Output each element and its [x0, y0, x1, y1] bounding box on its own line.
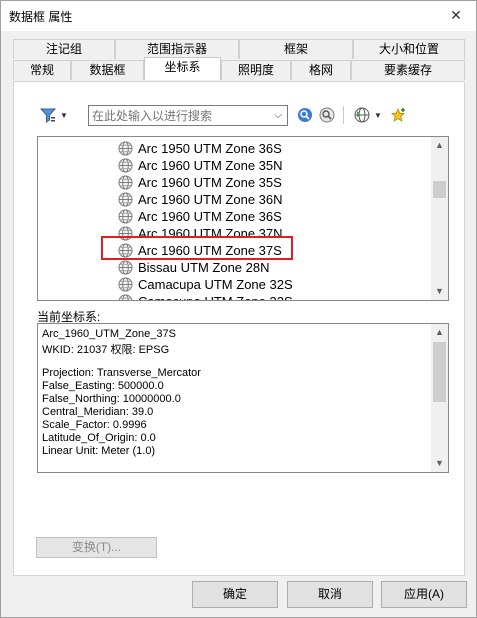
add-to-favorites-button[interactable] — [389, 105, 407, 125]
apply-button[interactable]: 应用(A) — [381, 581, 467, 608]
coordinate-system-menu-button[interactable]: ▼ — [350, 105, 386, 125]
list-item-label: Arc 1960 UTM Zone 36N — [138, 192, 283, 207]
list-item[interactable]: Camacupa UTM Zone 32S — [118, 276, 293, 293]
scroll-down-icon[interactable]: ▼ — [431, 283, 448, 300]
add-favorite-icon — [391, 107, 405, 122]
tab-feature-cache[interactable]: 要素缓存 — [351, 60, 465, 80]
list-item[interactable]: Arc 1960 UTM Zone 35S — [118, 174, 282, 191]
globe-dropdown-arrow-icon: ▼ — [374, 110, 382, 120]
details-scrollbar[interactable]: ▲ ▼ — [431, 324, 448, 472]
tab-grids[interactable]: 格网 — [291, 60, 351, 80]
list-item[interactable]: Arc 1960 UTM Zone 35N — [118, 157, 283, 174]
detail-line: False_Northing: 10000000.0 — [42, 393, 181, 405]
globe-icon — [118, 277, 133, 292]
detail-line: Central_Meridian: 39.0 — [42, 406, 154, 418]
toolbar: ▼ ⌵ — [23, 105, 443, 127]
list-item[interactable]: Arc 1960 UTM Zone 36S — [118, 208, 282, 225]
tab-frame[interactable]: 框架 — [239, 39, 353, 59]
scroll-up-icon[interactable]: ▲ — [431, 324, 448, 341]
detail-line: Scale_Factor: 0.9996 — [42, 419, 147, 431]
list-item[interactable]: Arc 1950 UTM Zone 36S — [118, 140, 282, 157]
tab-data-frame[interactable]: 数据框 — [71, 60, 144, 80]
filter-button[interactable]: ▼ — [37, 105, 71, 125]
scroll-up-icon[interactable]: ▲ — [431, 137, 448, 154]
list-item-label: Camacupa UTM Zone 32S — [138, 277, 293, 292]
list-item-label: Arc 1960 UTM Zone 35S — [138, 175, 282, 190]
search-icon — [298, 108, 312, 122]
globe-icon — [118, 209, 133, 224]
properties-dialog: 数据框 属性 ✕ 注记组 范围指示器 框架 大小和位置 常规 数据框 坐标系 照… — [0, 0, 477, 618]
filter-icon — [40, 108, 57, 123]
tab-size-position[interactable]: 大小和位置 — [353, 39, 465, 59]
list-item[interactable]: Arc 1960 UTM Zone 36N — [118, 191, 283, 208]
list-item[interactable]: Bissau UTM Zone 28N — [118, 259, 270, 276]
list-item-label: Arc 1960 UTM Zone 35N — [138, 158, 283, 173]
chevron-down-icon[interactable]: ⌵ — [270, 107, 286, 124]
tab-row-back: 注记组 范围指示器 框架 大小和位置 — [13, 39, 465, 59]
ok-button[interactable]: 确定 — [192, 581, 278, 608]
detail-line: Arc_1960_UTM_Zone_37S — [42, 328, 176, 340]
title-bar: 数据框 属性 ✕ — [1, 1, 476, 31]
scrollbar-thumb[interactable] — [433, 181, 446, 198]
search-combo[interactable]: ⌵ — [88, 105, 288, 126]
list-scrollbar[interactable]: ▲ ▼ — [431, 137, 448, 300]
window-title: 数据框 属性 — [9, 10, 73, 24]
transform-button[interactable]: 变换(T)... — [36, 537, 157, 558]
clear-search-button[interactable] — [318, 105, 336, 125]
globe-icon — [118, 294, 133, 300]
tab-row-front: 常规 数据框 坐标系 照明度 格网 要素缓存 — [13, 57, 465, 80]
search-button[interactable] — [296, 105, 314, 125]
globe-icon — [354, 107, 370, 123]
scroll-down-icon[interactable]: ▼ — [431, 455, 448, 472]
list-item[interactable]: Camacupa UTM Zone 33S — [118, 293, 293, 300]
detail-line: Projection: Transverse_Mercator — [42, 367, 201, 379]
toolbar-separator — [343, 106, 344, 124]
tab-general[interactable]: 常规 — [13, 60, 71, 80]
cancel-button[interactable]: 取消 — [287, 581, 373, 608]
tab-extent-indicators[interactable]: 范围指示器 — [115, 39, 239, 59]
tab-annotation-groups[interactable]: 注记组 — [13, 39, 115, 59]
tab-coordinate-system[interactable]: 坐标系 — [144, 57, 221, 80]
close-button[interactable]: ✕ — [444, 5, 468, 25]
globe-icon — [118, 141, 133, 156]
globe-icon — [118, 175, 133, 190]
globe-icon — [118, 158, 133, 173]
list-item-label: Camacupa UTM Zone 33S — [138, 294, 293, 300]
detail-line: WKID: 21037 权限: EPSG — [42, 344, 170, 356]
tab-illumination[interactable]: 照明度 — [221, 60, 291, 80]
detail-line: False_Easting: 500000.0 — [42, 380, 164, 392]
globe-icon — [118, 192, 133, 207]
list-item-label: Arc 1950 UTM Zone 36S — [138, 141, 282, 156]
clear-search-icon — [319, 107, 335, 123]
filter-dropdown-arrow-icon: ▼ — [60, 110, 68, 120]
list-item-label: Arc 1960 UTM Zone 36S — [138, 209, 282, 224]
search-input[interactable] — [89, 106, 269, 125]
current-cs-details: Arc_1960_UTM_Zone_37S WKID: 21037 权限: EPS… — [37, 323, 449, 473]
list-item-label: Bissau UTM Zone 28N — [138, 260, 270, 275]
detail-line: Linear Unit: Meter (1.0) — [42, 445, 156, 457]
coordinate-system-list[interactable]: Arc 1950 UTM Zone 36S Arc 1960 UTM Zone 3… — [37, 136, 449, 301]
detail-line: Latitude_Of_Origin: 0.0 — [42, 432, 156, 444]
globe-icon — [118, 260, 133, 275]
selected-item-highlight — [101, 236, 293, 260]
scrollbar-thumb[interactable] — [433, 342, 446, 402]
